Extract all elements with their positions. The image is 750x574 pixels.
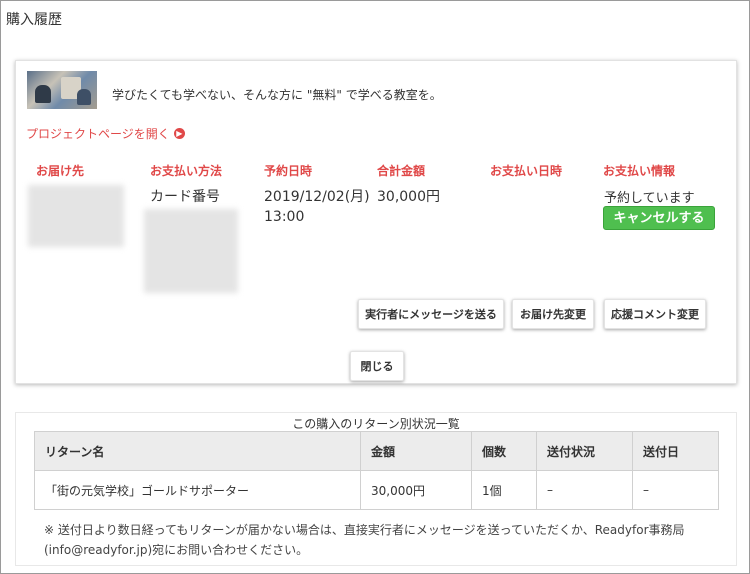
delivery-address-redacted	[28, 185, 124, 247]
change-comment-button[interactable]: 応援コメント変更	[604, 299, 706, 329]
table-row: 「街の元気学校」ゴールドサポーター 30,000円 1個 – –	[34, 470, 719, 510]
message-owner-button[interactable]: 実行者にメッセージを送る	[358, 299, 504, 329]
change-address-button[interactable]: お届け先変更	[512, 299, 594, 329]
project-link-label: プロジェクトページを開く	[26, 127, 170, 141]
col-head-payment-datetime: お支払い日時	[490, 164, 563, 178]
returns-header-row: リターン名 金額 個数 送付状況 送付日	[34, 431, 719, 471]
close-button[interactable]: 閉じる	[350, 351, 404, 381]
returns-note: ※ 送付日より数日経ってもリターンが届かない場合は、直接実行者にメッセージを送っ…	[44, 523, 685, 557]
th-quantity: 個数	[471, 431, 537, 471]
project-thumbnail[interactable]	[27, 71, 97, 109]
reserved-datetime-value: 2019/12/02(月) 13:00	[264, 189, 370, 225]
th-amount: 金額	[360, 431, 472, 471]
purchase-card: 学びたくても学べない、そんな方に "無料" で学べる教室を。 プロジェクトページ…	[15, 60, 737, 384]
col-head-payment-info: お支払い情報	[603, 164, 676, 178]
th-shipping-status: 送付状況	[536, 431, 633, 471]
project-title: 学びたくても学べない、そんな方に "無料" で学べる教室を。	[112, 88, 442, 102]
arrow-circle-right-icon: ▶	[173, 128, 185, 139]
quantity-cell: 1個	[471, 470, 537, 510]
col-head-reserved-datetime: 予約日時	[264, 164, 313, 178]
col-head-total: 合計金額	[377, 164, 426, 178]
shipping-status-cell: –	[536, 470, 633, 510]
col-head-delivery: お届け先	[36, 164, 85, 178]
col-head-payment-method: お支払い方法	[150, 164, 223, 178]
card-number-redacted	[144, 209, 238, 293]
return-name-cell: 「街の元気学校」ゴールドサポーター	[34, 470, 361, 510]
cancel-button[interactable]: キャンセルする	[603, 206, 715, 230]
returns-panel: この購入のリターン別状況一覧 リターン名 金額 個数 送付状況 送付日 「街の元…	[15, 412, 737, 566]
amount-cell: 30,000円	[360, 470, 472, 510]
shipping-date-cell: –	[632, 470, 719, 510]
page-title: 購入履歴	[6, 12, 62, 28]
total-value: 30,000円	[377, 189, 440, 205]
payment-method-value: カード番号	[150, 189, 220, 205]
returns-title: この購入のリターン別状況一覧	[292, 417, 460, 431]
th-return-name: リターン名	[34, 431, 361, 471]
th-shipping-date: 送付日	[632, 431, 719, 471]
project-page-link[interactable]: プロジェクトページを開く ▶	[26, 125, 185, 142]
payment-status-text: 予約しています	[604, 191, 695, 206]
returns-table: リターン名 金額 個数 送付状況 送付日 「街の元気学校」ゴールドサポーター 3…	[34, 431, 719, 510]
